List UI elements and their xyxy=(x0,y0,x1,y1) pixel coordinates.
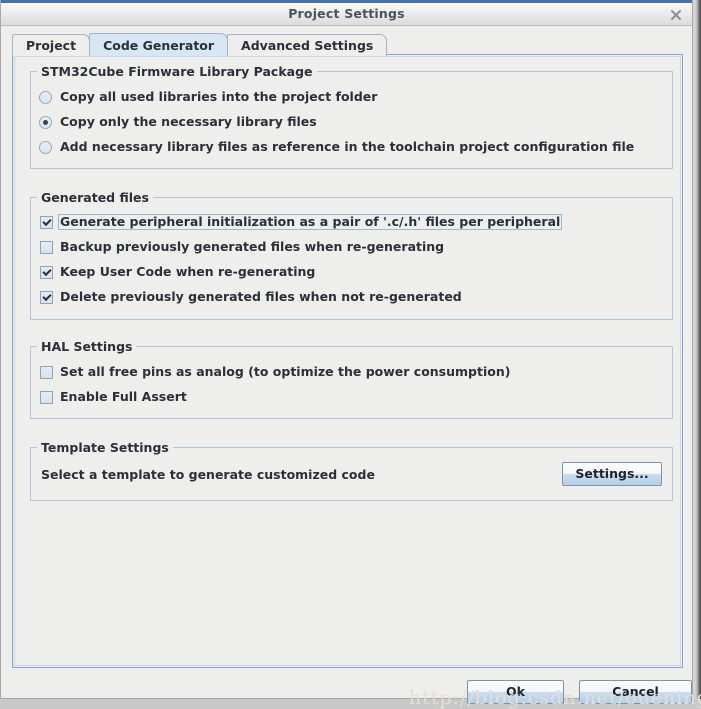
settings-button-label: Settings... xyxy=(575,465,649,481)
checkbox-indicator[interactable] xyxy=(40,265,53,279)
tab-code-generator[interactable]: Code Generator xyxy=(89,33,229,56)
group-template-settings: Template Settings Select a template to g… xyxy=(30,440,673,501)
ok-button-label: Ok xyxy=(506,683,525,699)
group-body: Copy all used libraries into the project… xyxy=(31,72,672,168)
group-hal-settings: HAL Settings Set all free pins as analog… xyxy=(30,339,673,419)
tab-label: Project xyxy=(26,38,77,53)
group-firmware-library-package: STM32Cube Firmware Library Package Copy … xyxy=(30,64,673,169)
checkbox-keep-user-code[interactable]: Keep User Code when re-generating xyxy=(40,263,317,281)
radio-indicator[interactable] xyxy=(39,115,52,129)
ok-button[interactable]: Ok xyxy=(467,680,564,704)
template-settings-button[interactable]: Settings... xyxy=(562,462,662,486)
checkbox-label: Delete previously generated files when n… xyxy=(60,289,462,304)
code-generator-panel: STM32Cube Firmware Library Package Copy … xyxy=(12,54,683,668)
radio-label: Add necessary library files as reference… xyxy=(60,139,635,154)
group-generated-files: Generated files Generate peripheral init… xyxy=(30,190,673,320)
checkbox-delete-previously-generated[interactable]: Delete previously generated files when n… xyxy=(40,288,464,306)
checkbox-indicator[interactable] xyxy=(40,365,53,379)
checkbox-label: Generate peripheral initialization as a … xyxy=(58,214,563,230)
checkbox-indicator[interactable] xyxy=(40,240,53,254)
checkbox-label: Backup previously generated files when r… xyxy=(60,239,445,254)
radio-indicator[interactable] xyxy=(39,90,52,104)
tab-label: Code Generator xyxy=(103,37,215,53)
checkbox-label: Set all free pins as analog (to optimize… xyxy=(60,364,511,379)
group-body: Set all free pins as analog (to optimize… xyxy=(31,347,672,418)
checkbox-label: Enable Full Assert xyxy=(60,389,187,404)
radio-add-as-reference[interactable]: Add necessary library files as reference… xyxy=(39,138,636,156)
radio-indicator[interactable] xyxy=(39,140,52,154)
tab-project[interactable]: Project xyxy=(12,34,91,56)
tab-label: Advanced Settings xyxy=(241,38,374,53)
cancel-button-label: Cancel xyxy=(612,683,659,699)
tab-strip: Project Code Generator Advanced Settings xyxy=(12,32,388,56)
background-window-strip xyxy=(692,0,701,699)
checkbox-label: Keep User Code when re-generating xyxy=(60,264,316,279)
radio-copy-only-necessary[interactable]: Copy only the necessary library files xyxy=(39,113,319,131)
template-description: Select a template to generate customized… xyxy=(41,467,375,482)
dialog-body: Project Code Generator Advanced Settings… xyxy=(1,26,701,709)
group-body: Select a template to generate customized… xyxy=(31,448,672,500)
radio-copy-all-libraries[interactable]: Copy all used libraries into the project… xyxy=(39,88,379,106)
checkbox-set-free-pins-analog[interactable]: Set all free pins as analog (to optimize… xyxy=(40,363,512,381)
radio-label: Copy only the necessary library files xyxy=(60,114,317,129)
close-icon[interactable] xyxy=(668,7,684,23)
checkbox-indicator[interactable] xyxy=(40,215,53,229)
title-bar[interactable]: Project Settings xyxy=(1,0,692,26)
checkbox-indicator[interactable] xyxy=(40,390,53,404)
checkbox-enable-full-assert[interactable]: Enable Full Assert xyxy=(40,388,189,406)
radio-label: Copy all used libraries into the project… xyxy=(60,89,378,104)
checkbox-generate-peripheral-init[interactable]: Generate peripheral initialization as a … xyxy=(40,213,563,231)
checkbox-indicator[interactable] xyxy=(40,290,53,304)
checkbox-backup-previously-generated[interactable]: Backup previously generated files when r… xyxy=(40,238,446,256)
window-title: Project Settings xyxy=(288,6,405,21)
tab-advanced-settings[interactable]: Advanced Settings xyxy=(227,34,388,56)
cancel-button[interactable]: Cancel xyxy=(579,680,692,704)
project-settings-dialog: Project Settings Project Code Generator … xyxy=(0,0,701,709)
group-body: Generate peripheral initialization as a … xyxy=(31,198,672,319)
